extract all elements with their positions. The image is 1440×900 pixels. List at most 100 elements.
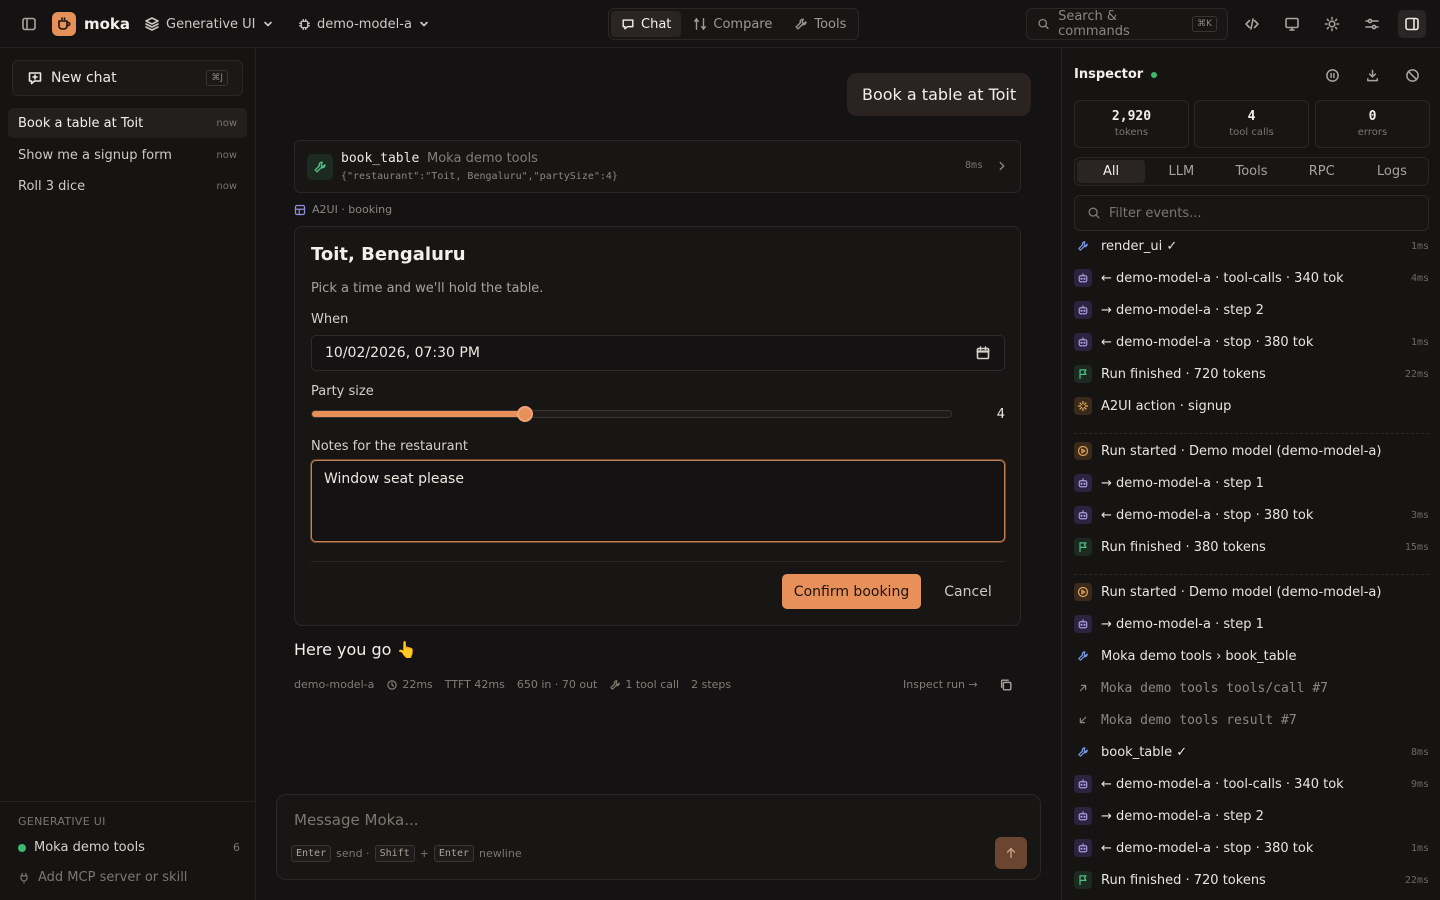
new-chat-label: New chat xyxy=(51,70,117,86)
datetime-input[interactable]: 10/02/2026, 07:30 PM xyxy=(311,335,1005,371)
event-list: render_ui ✓ 1ms ← demo-model-a · tool-call… xyxy=(1062,240,1440,900)
event-row[interactable]: Run finished · 380 tokens 15ms xyxy=(1074,535,1429,559)
a2ui-text: A2UI · booking xyxy=(312,203,393,216)
add-mcp-button[interactable]: Add MCP server or skill xyxy=(18,870,187,885)
event-row[interactable]: → demo-model-a · step 1 xyxy=(1074,612,1429,636)
robot-icon xyxy=(1074,506,1092,524)
when-label: When xyxy=(311,312,349,327)
stat-tokens: 2,920 tokens xyxy=(1074,100,1189,148)
model-select[interactable]: demo-model-a xyxy=(298,8,430,40)
chat-time: now xyxy=(216,117,237,129)
mcp-server-item[interactable]: Moka demo tools 6 xyxy=(18,840,240,855)
event-text: Run started · Demo model (demo-model-a) xyxy=(1101,584,1382,600)
app-logo[interactable]: moka xyxy=(52,8,130,40)
filter-tab-logs[interactable]: Logs xyxy=(1358,160,1426,183)
event-duration: 9ms xyxy=(1410,778,1429,790)
event-row[interactable]: → demo-model-a · step 2 xyxy=(1074,804,1429,828)
confirm-booking-button[interactable]: Confirm booking xyxy=(782,574,921,609)
chat-time: now xyxy=(216,180,237,192)
chat-item[interactable]: Show me a signup form now xyxy=(8,140,247,170)
event-row[interactable]: ← demo-model-a · stop · 380 tok 3ms xyxy=(1074,503,1429,527)
event-row[interactable]: Moka demo tools result #7 xyxy=(1074,708,1429,732)
meta-model: demo-model-a xyxy=(294,678,375,691)
event-filter-input[interactable]: Filter events... xyxy=(1074,195,1429,231)
event-row[interactable]: → demo-model-a · step 2 xyxy=(1074,298,1429,322)
filter-tab-tools[interactable]: Tools xyxy=(1217,160,1285,183)
ban-icon xyxy=(1406,69,1419,82)
inspector-toggle-button[interactable] xyxy=(1398,10,1426,38)
event-row[interactable]: book_table ✓ 8ms xyxy=(1074,740,1429,764)
party-size-slider[interactable] xyxy=(311,406,952,422)
event-text: → demo-model-a · step 1 xyxy=(1101,616,1264,632)
tab-chat[interactable]: Chat xyxy=(611,11,682,37)
pause-button[interactable] xyxy=(1325,68,1340,83)
event-row[interactable]: ← demo-model-a · tool-calls · 340 tok 4ms xyxy=(1074,266,1429,290)
slider-thumb[interactable] xyxy=(517,406,533,422)
filter-tab-all[interactable]: All xyxy=(1077,160,1146,183)
event-row[interactable]: ← demo-model-a · tool-calls · 340 tok 9ms xyxy=(1074,772,1429,796)
inspect-run-link[interactable]: Inspect run → xyxy=(903,678,978,691)
code-view-button[interactable] xyxy=(1238,8,1266,40)
event-row[interactable]: render_ui ✓ 1ms xyxy=(1074,240,1429,258)
event-row[interactable]: A2UI action · signup xyxy=(1074,394,1429,418)
filter-tab-rpc[interactable]: RPC xyxy=(1288,160,1356,183)
notes-textarea[interactable]: Window seat please xyxy=(311,460,1005,542)
chat-item[interactable]: Book a table at Toit now xyxy=(8,108,247,138)
calendar-icon[interactable] xyxy=(975,345,991,361)
arrow-up-icon xyxy=(1006,847,1016,859)
sliders-icon xyxy=(1365,18,1379,30)
model-label: demo-model-a xyxy=(317,16,412,32)
monitor-icon xyxy=(1285,17,1299,31)
wrench-icon xyxy=(610,679,621,690)
event-duration: 8ms xyxy=(1410,746,1429,758)
chat-title: Book a table at Toit xyxy=(18,115,144,131)
clear-button[interactable] xyxy=(1405,68,1420,83)
inspector-title: Inspector xyxy=(1074,67,1158,82)
workspace-select[interactable]: Generative UI xyxy=(144,8,274,40)
download-button[interactable] xyxy=(1365,68,1380,83)
robot-icon xyxy=(1074,615,1092,633)
event-text: → demo-model-a · step 1 xyxy=(1101,475,1264,491)
stat-value: 4 xyxy=(1247,109,1256,124)
chat-title: Roll 3 dice xyxy=(18,178,86,194)
tab-tools[interactable]: Tools xyxy=(784,11,856,37)
mode-tabs: Chat Compare Tools xyxy=(608,8,859,40)
event-text: ← demo-model-a · stop · 380 tok xyxy=(1101,507,1314,523)
hint-text: newline xyxy=(479,847,522,860)
event-row[interactable]: Moka demo tools › book_table xyxy=(1074,644,1429,668)
event-row[interactable]: → demo-model-a · step 1 xyxy=(1074,471,1429,495)
tool-name: book_table xyxy=(341,151,420,166)
command-search[interactable]: Search & commands ⌘K xyxy=(1026,8,1228,40)
event-text: Moka demo tools result #7 xyxy=(1101,712,1297,728)
tool-call-card[interactable]: book_table Moka demo tools {"restaurant"… xyxy=(294,140,1021,193)
booking-subtitle: Pick a time and we'll hold the table. xyxy=(311,281,544,296)
message-input[interactable]: Message Moka... xyxy=(294,811,419,829)
cancel-button[interactable]: Cancel xyxy=(933,574,1003,609)
event-row[interactable]: Run finished · 720 tokens 22ms xyxy=(1074,868,1429,892)
tab-label: Compare xyxy=(713,16,773,32)
send-button[interactable] xyxy=(995,837,1027,869)
event-row[interactable]: Moka demo tools tools/call #7 xyxy=(1074,676,1429,700)
event-row[interactable]: ← demo-model-a · stop · 380 tok 1ms xyxy=(1074,836,1429,860)
meta-ttft: TTFT 42ms xyxy=(444,678,505,691)
sidebar-toggle-button[interactable] xyxy=(18,8,40,40)
top-bar: moka Generative UI demo-model-a Chat Com… xyxy=(0,0,1440,48)
panel-right-icon xyxy=(1405,17,1419,31)
event-row[interactable]: Run started · Demo model (demo-model-a) xyxy=(1074,439,1429,463)
event-row[interactable]: Run finished · 720 tokens 22ms xyxy=(1074,362,1429,386)
event-row[interactable]: ← demo-model-a · stop · 380 tok 1ms xyxy=(1074,330,1429,354)
event-row[interactable]: Run started · Demo model (demo-model-a) xyxy=(1074,580,1429,604)
chat-item[interactable]: Roll 3 dice now xyxy=(8,171,247,201)
chip-icon xyxy=(298,18,311,30)
tool-source: Moka demo tools xyxy=(427,151,538,166)
filter-tab-llm[interactable]: LLM xyxy=(1147,160,1215,183)
server-tool-count: 6 xyxy=(233,841,240,854)
new-chat-button[interactable]: New chat ⌘J xyxy=(12,60,243,96)
slider-fill xyxy=(312,411,525,417)
settings-button[interactable] xyxy=(1358,8,1386,40)
theme-toggle-button[interactable] xyxy=(1318,8,1346,40)
present-button[interactable] xyxy=(1278,8,1306,40)
copy-button[interactable] xyxy=(999,678,1013,692)
event-duration: 3ms xyxy=(1410,509,1429,521)
tab-compare[interactable]: Compare xyxy=(683,11,782,37)
